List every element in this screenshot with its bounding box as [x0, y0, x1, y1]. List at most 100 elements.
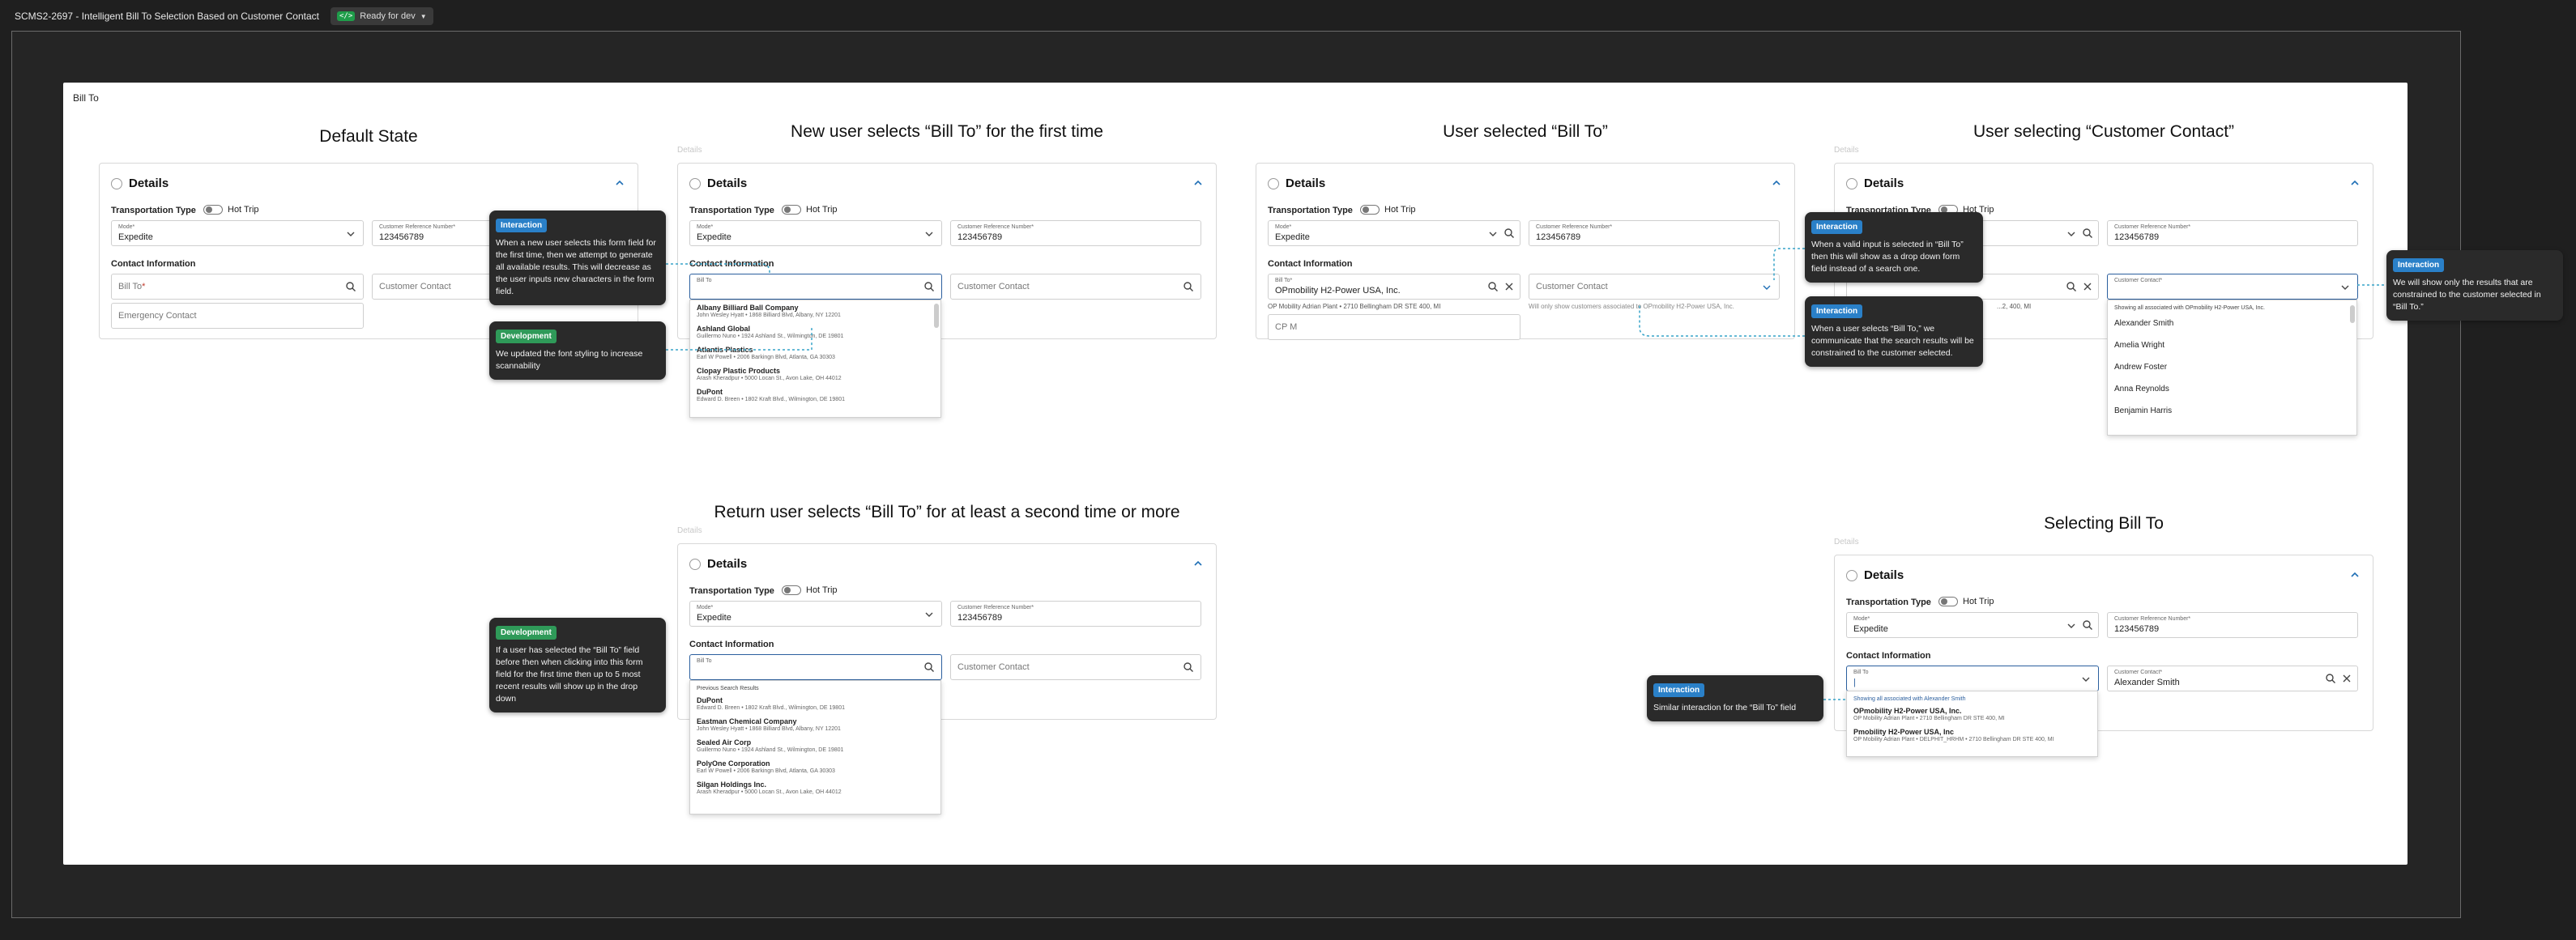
scrollbar[interactable]	[934, 304, 939, 328]
list-item[interactable]: Eastman Chemical Company John Wesley Hyat…	[690, 714, 940, 735]
scrollbar[interactable]	[2350, 305, 2355, 323]
chevron-up-icon[interactable]	[1193, 559, 1203, 568]
contact-option[interactable]: Benjamin Harris	[2108, 400, 2356, 422]
customer-contact-input[interactable]: Customer Contact* Alexander Smith	[2107, 666, 2358, 691]
chevron-down-icon[interactable]	[2339, 282, 2351, 293]
customer-contact-field[interactable]: Customer Contact	[950, 274, 1201, 300]
radio-icon[interactable]	[1846, 177, 1857, 189]
close-icon[interactable]	[2341, 673, 2352, 684]
mode-select[interactable]: Mode* Expedite	[1268, 220, 1520, 246]
list-item[interactable]: Ashland Global Guillermo Nuno • 1924 Ashl…	[690, 321, 940, 342]
search-icon[interactable]	[1183, 281, 1194, 292]
chevron-down-icon[interactable]	[923, 609, 935, 620]
list-item[interactable]: Clopay Plastic Products Arash Kheradpur •…	[690, 364, 940, 385]
radio-icon[interactable]	[1846, 569, 1857, 581]
transport-type-label: Transportation Type	[689, 206, 774, 215]
search-icon[interactable]	[2325, 673, 2336, 684]
chevron-down-icon[interactable]	[1761, 282, 1772, 293]
list-item[interactable]: Sealed Air Corp Guillermo Nuno • 1924 Ash…	[690, 735, 940, 756]
chevron-up-icon[interactable]	[615, 178, 625, 188]
transport-type-label: Transportation Type	[1268, 206, 1353, 215]
toggle-switch[interactable]	[1938, 597, 1958, 606]
search-icon[interactable]	[923, 661, 935, 673]
bill-to-input[interactable]: Bill To* OPmobility H2-Power USA, Inc.	[1268, 274, 1520, 300]
chevron-up-icon[interactable]	[1193, 178, 1203, 188]
radio-icon[interactable]	[689, 177, 701, 189]
contact-option[interactable]: Andrew Foster	[2108, 356, 2356, 378]
bill-to-dropdown: Showing all associated with Alexander Sm…	[1846, 691, 2098, 757]
status-label: Ready for dev	[360, 11, 416, 21]
radio-icon[interactable]	[1268, 177, 1279, 189]
hot-trip-toggle[interactable]: Hot Trip	[1360, 205, 1416, 215]
search-icon[interactable]	[923, 281, 935, 292]
customer-reference-field[interactable]: Customer Reference Number* 123456789	[950, 220, 1201, 246]
list-item[interactable]: Atlantis Plastics Earl W Powell • 2006 Ba…	[690, 342, 940, 364]
list-item[interactable]: OPmobility H2-Power USA, Inc. OP Mobility…	[1847, 704, 2097, 725]
bill-to-address: OP Mobility Adrian Plant • 2710 Bellingh…	[1268, 303, 1441, 310]
bill-to-search-input[interactable]: Bill To*	[111, 274, 364, 300]
customer-contact-select[interactable]: Customer Contact	[1529, 274, 1780, 300]
bill-to-label: Bill To	[697, 658, 712, 664]
mode-select[interactable]: Mode* Expedite	[689, 601, 942, 627]
emergency-contact-field[interactable]: CP M	[1268, 314, 1520, 340]
hot-trip-toggle[interactable]: Hot Trip	[782, 205, 838, 215]
chevron-down-icon[interactable]	[2066, 620, 2077, 632]
toggle-switch[interactable]	[203, 205, 223, 215]
crn-value: 123456789	[2114, 624, 2160, 634]
search-icon[interactable]	[1487, 281, 1499, 292]
bill-to-search-input[interactable]: Bill To	[689, 654, 942, 680]
callout-text: We will show only the results that are c…	[2393, 278, 2541, 312]
toggle-switch[interactable]	[782, 205, 801, 215]
customer-reference-field[interactable]: Customer Reference Number* 123456789	[1529, 220, 1780, 246]
list-item[interactable]: Albany Billiard Ball Company John Wesley …	[690, 300, 940, 321]
status-dropdown[interactable]: </> Ready for dev ▼	[330, 7, 433, 25]
chevron-down-icon[interactable]	[345, 228, 356, 240]
emergency-contact-field[interactable]: Emergency Contact	[111, 303, 364, 329]
close-icon[interactable]	[1503, 281, 1515, 292]
toggle-switch[interactable]	[782, 585, 801, 595]
radio-icon[interactable]	[111, 177, 122, 189]
close-icon[interactable]	[2082, 281, 2093, 292]
contact-option[interactable]: Alexander Smith	[2108, 313, 2356, 334]
chevron-down-icon[interactable]	[2080, 674, 2092, 685]
bill-to-search-input[interactable]: Bill To	[689, 274, 942, 300]
customer-reference-field[interactable]: Customer Reference Number* 123456789	[2107, 612, 2358, 638]
crn-value: 123456789	[379, 232, 424, 242]
ghost-label: Details	[677, 526, 702, 535]
chevron-up-icon[interactable]	[2350, 178, 2360, 188]
search-icon[interactable]	[2066, 281, 2077, 292]
list-item[interactable]: DuPont Edward D. Breen • 1802 Kraft Blvd.…	[690, 385, 940, 406]
chevron-up-icon[interactable]	[1772, 178, 1781, 188]
hot-trip-toggle[interactable]: Hot Trip	[203, 205, 259, 215]
list-item[interactable]: DuPont Edward D. Breen • 1802 Kraft Blvd.…	[690, 693, 940, 714]
search-icon[interactable]	[345, 281, 356, 292]
chevron-down-icon[interactable]	[923, 228, 935, 240]
list-item[interactable]: PolyOne Corporation Earl W Powell • 2006 …	[690, 756, 940, 777]
interaction-badge: Interaction	[1811, 304, 1863, 318]
search-icon[interactable]	[2082, 228, 2093, 239]
contact-option[interactable]: Anna Reynolds	[2108, 378, 2356, 400]
callout-text: We updated the font styling to increase …	[496, 349, 643, 371]
hot-trip-toggle[interactable]: Hot Trip	[782, 585, 838, 595]
customer-reference-field[interactable]: Customer Reference Number* 123456789	[2107, 220, 2358, 246]
list-item[interactable]: Pmobility H2-Power USA, Inc OP Mobility A…	[1847, 725, 2097, 746]
customer-contact-field[interactable]: Customer Contact	[950, 654, 1201, 680]
list-item[interactable]: Silgan Holdings Inc. Arash Kheradpur • 50…	[690, 777, 940, 798]
contact-option[interactable]: Amelia Wright	[2108, 334, 2356, 356]
chevron-down-icon[interactable]	[1487, 228, 1499, 240]
mode-select[interactable]: Mode* Expedite	[689, 220, 942, 246]
hot-trip-toggle[interactable]: Hot Trip	[1938, 597, 1994, 606]
callout-interaction: Interaction When a valid input is select…	[1805, 212, 1983, 283]
search-icon[interactable]	[1183, 661, 1194, 673]
search-icon[interactable]	[2082, 619, 2093, 631]
toggle-switch[interactable]	[1360, 205, 1380, 215]
chevron-down-icon[interactable]	[2066, 228, 2077, 240]
chevron-up-icon[interactable]	[2350, 570, 2360, 580]
bill-to-select[interactable]: Bill To |	[1846, 666, 2099, 691]
mode-select[interactable]: Mode* Expedite	[111, 220, 364, 246]
search-icon[interactable]	[1503, 228, 1515, 239]
radio-icon[interactable]	[689, 558, 701, 570]
customer-contact-select[interactable]: Customer Contact*	[2107, 274, 2358, 300]
customer-reference-field[interactable]: Customer Reference Number* 123456789	[950, 601, 1201, 627]
mode-select[interactable]: Mode* Expedite	[1846, 612, 2099, 638]
